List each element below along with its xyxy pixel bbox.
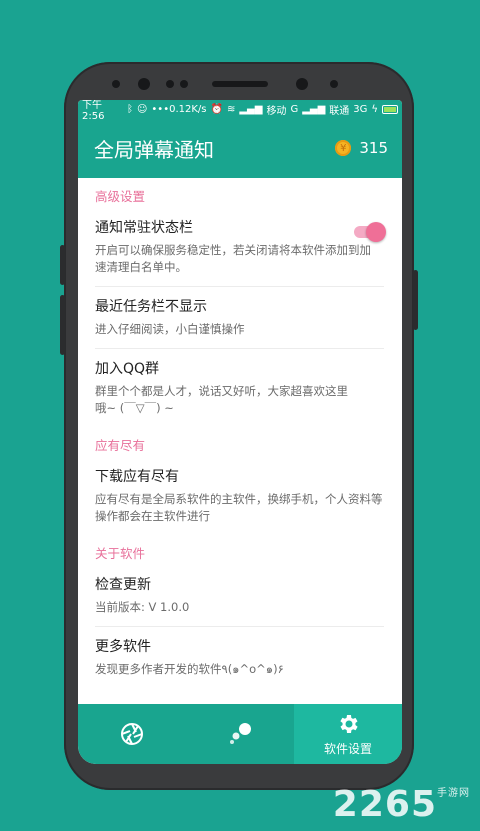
net-speed: 0.12K/s xyxy=(169,103,207,115)
coin-icon: ¥ xyxy=(335,140,352,156)
network-2: 3G xyxy=(353,103,368,115)
watermark-logo: 2265手游网 xyxy=(333,784,470,825)
setting-desc: 进入仔细阅读，小白谨慎操作 xyxy=(95,322,245,336)
setting-desc: 群里个个都是人才，说话又好听，大家超喜欢这里哦~ (￣▽￣) ~ xyxy=(95,384,348,415)
section-header-about: 关于软件 xyxy=(95,546,146,561)
page-title: 全局弹幕通知 xyxy=(94,137,214,162)
setting-join-qq[interactable]: 加入QQ群 群里个个都是人才，说话又好听，大家超喜欢这里哦~ (￣▽￣) ~ xyxy=(95,349,384,427)
sensor-dot xyxy=(180,80,188,88)
bottom-nav: 软件设置 xyxy=(78,704,402,764)
sensor-dot xyxy=(166,80,174,88)
setting-title: 下载应有尽有 xyxy=(95,469,179,485)
sensor-dot xyxy=(296,78,308,90)
setting-notify-resident[interactable]: 通知常驻状态栏 开启可以确保服务稳定性，若关闭请将本软件添加到加速清理白名单中。 xyxy=(95,208,386,287)
setting-desc: 应有尽有是全局系软件的主软件，换绑手机，个人资料等操作都会在主软件进行 xyxy=(95,492,383,523)
network-1: G xyxy=(290,103,299,115)
nav-tab-aperture[interactable] xyxy=(78,704,186,764)
setting-title: 加入QQ群 xyxy=(95,361,160,377)
charging-icon: ϟ xyxy=(371,103,378,115)
carrier-1: 移动 xyxy=(266,105,287,117)
setting-hide-recent[interactable]: 最近任务栏不显示 进入仔细阅读，小白谨慎操作 xyxy=(95,287,384,349)
signal-icon: ▂▄▆ xyxy=(302,103,326,115)
earpiece xyxy=(212,81,268,87)
bubbles-icon xyxy=(230,723,251,744)
nav-label-settings: 软件设置 xyxy=(323,741,372,756)
nav-tab-bubbles[interactable] xyxy=(186,704,294,764)
notify-resident-toggle[interactable] xyxy=(354,222,386,242)
watermark-brand: 2265 xyxy=(332,784,437,825)
carrier-2: 联通 xyxy=(329,105,350,117)
aperture-icon xyxy=(121,723,143,745)
side-button xyxy=(60,295,65,355)
setting-desc: 当前版本: V 1.0.0 xyxy=(95,600,190,614)
setting-check-update[interactable]: 检查更新 当前版本: V 1.0.0 xyxy=(95,565,384,627)
watermark-sub: 手游网 xyxy=(437,788,470,799)
coin-count: 315 xyxy=(359,139,388,157)
signal-icon: ▂▄▆ xyxy=(239,103,263,115)
setting-title: 通知常驻状态栏 xyxy=(95,220,193,236)
settings-list: 高级设置 通知常驻状态栏 开启可以确保服务稳定性，若关闭请将本软件添加到加速清理… xyxy=(78,178,402,688)
section-header-everything: 应有尽有 xyxy=(95,438,146,453)
status-bar: 下午2:56 ᛒ ☺ ••• 0.12K/s ⏰ ≋ ▂▄▆ 移动 G ▂▄▆ … xyxy=(78,100,402,122)
setting-title: 最近任务栏不显示 xyxy=(95,299,207,315)
phone-sensors xyxy=(0,76,480,96)
app-bar: 全局弹幕通知 ¥ 315 xyxy=(78,118,402,178)
front-camera xyxy=(138,78,150,90)
gear-icon xyxy=(340,714,358,733)
alarm-icon: ⏰ xyxy=(210,103,223,115)
section-header-advanced: 高级设置 xyxy=(95,189,146,204)
power-button xyxy=(413,270,418,330)
coin-balance[interactable]: ¥ 315 xyxy=(335,139,388,157)
battery-icon xyxy=(382,104,398,114)
nav-tab-settings[interactable]: 软件设置 xyxy=(294,704,402,764)
setting-more-apps[interactable]: 更多软件 发现更多作者开发的软件٩(๑^o^๑)۶ xyxy=(95,627,384,688)
wifi-icon: ≋ xyxy=(226,103,236,115)
bluetooth-icon: ᛒ xyxy=(126,103,133,115)
side-button xyxy=(60,245,65,285)
screen: 下午2:56 ᛒ ☺ ••• 0.12K/s ⏰ ≋ ▂▄▆ 移动 G ▂▄▆ … xyxy=(78,100,402,764)
toggle-thumb xyxy=(366,222,386,242)
sensor-dot xyxy=(112,80,120,88)
setting-desc: 发现更多作者开发的软件٩(๑^o^๑)۶ xyxy=(95,662,284,676)
android-icon: ☺ xyxy=(136,103,148,115)
setting-title: 更多软件 xyxy=(95,639,151,655)
sensor-dot xyxy=(330,80,338,88)
setting-download[interactable]: 下载应有尽有 应有尽有是全局系软件的主软件，换绑手机，个人资料等操作都会在主软件… xyxy=(95,457,384,535)
more-icon: ••• xyxy=(151,103,170,115)
status-time: 下午2:56 xyxy=(82,100,105,122)
setting-desc: 开启可以确保服务稳定性，若关闭请将本软件添加到加速清理白名单中。 xyxy=(95,243,371,274)
setting-title: 检查更新 xyxy=(95,577,151,593)
